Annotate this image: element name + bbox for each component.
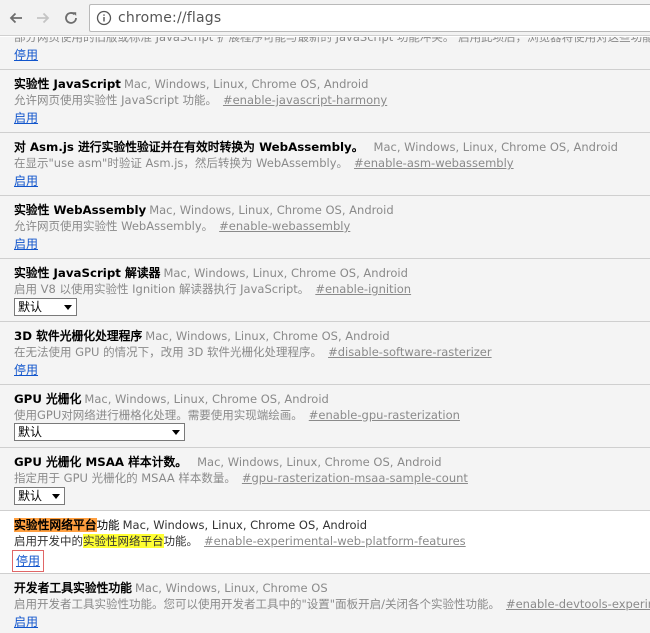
disable-link[interactable]: 停用 — [12, 550, 44, 572]
experiment-description: 在无法使用 GPU 的情况下，改用 3D 软件光栅化处理程序。 — [14, 345, 323, 359]
experiment-permalink[interactable]: #enable-gpu-rasterization — [309, 408, 460, 422]
info-icon[interactable] — [96, 10, 112, 26]
experiment-enable-asm-webassembly: 对 Asm.js 进行实验性验证并在有效时转换为 WebAssembly。 Mac… — [0, 132, 650, 195]
enable-link[interactable]: 启用 — [14, 174, 38, 189]
state-select[interactable]: 默认 — [14, 423, 185, 441]
experiment-enable-javascript-harmony: 实验性 JavaScript Mac, Windows, Linux, Chrom… — [0, 69, 650, 132]
experiment-name-rest: 功能 — [96, 518, 120, 532]
experiment-disable-software-rasterizer: 3D 软件光栅化处理程序 Mac, Windows, Linux, Chrome … — [0, 321, 650, 384]
experiment-description: 指定用于 GPU 光栅化的 MSAA 样本数量。 — [14, 471, 236, 485]
experiment-name: 实验性 JavaScript — [14, 77, 121, 91]
experiment-enable-ignition: 实验性 JavaScript 解读器 Mac, Windows, Linux, C… — [0, 258, 650, 321]
experiment-enable-devtools-experiments: 开发者工具实验性功能 Mac, Windows, Linux, Chrome OS… — [0, 573, 650, 633]
disable-link[interactable]: 停用 — [14, 363, 38, 378]
experiment-name-highlight: 实验性网络平台 — [14, 518, 97, 532]
reload-icon — [65, 12, 77, 24]
forward-button[interactable] — [32, 7, 54, 29]
experiment-permalink[interactable]: #gpu-rasterization-msaa-sample-count — [242, 471, 468, 485]
state-select[interactable]: 默认 — [14, 298, 77, 316]
reload-button[interactable] — [60, 7, 82, 29]
enable-link[interactable]: 启用 — [14, 237, 38, 252]
experiment-permalink[interactable]: #enable-asm-webassembly — [354, 156, 514, 170]
experiment-description: 在显示"use asm"时验证 Asm.js，然后转换为 WebAssembly… — [14, 156, 349, 170]
enable-link[interactable]: 启用 — [14, 615, 38, 630]
flags-page: 部分网页使用的旧版或标准 JavaScript 扩展程序可能与最新的 JavaS… — [0, 37, 650, 633]
browser-toolbar: chrome://flags — [0, 0, 650, 36]
description-highlight: 实验性网络平台 — [83, 534, 164, 548]
experiment-description: 部分网页使用的旧版或标准 JavaScript 扩展程序可能与最新的 JavaS… — [14, 37, 650, 44]
chevron-down-icon — [172, 430, 180, 435]
experiment-platforms: Mac, Windows, Linux, Chrome OS, Android — [149, 203, 394, 217]
experiment-permalink[interactable]: #enable-javascript-harmony — [223, 93, 387, 107]
disable-link[interactable]: 停用 — [14, 48, 38, 63]
experiment-permalink[interactable]: #enable-devtools-experiments — [506, 597, 650, 611]
experiment-platforms: Mac, Windows, Linux, Chrome OS, Android — [84, 392, 329, 406]
select-value: 默认 — [18, 489, 43, 503]
experiment-description: 使用GPU对网络进行栅格化处理。需要使用实现端绘画。 — [14, 408, 303, 422]
experiment-description: 允许网页使用实验性 JavaScript 功能。 — [14, 93, 217, 107]
experiment-name: GPU 光栅化 — [14, 392, 82, 406]
experiment-description: 启用 V8 以使用实验性 Ignition 解读器执行 JavaScript。 — [14, 282, 310, 296]
experiment-name: 实验性 JavaScript 解读器 — [14, 266, 161, 280]
experiment-gpu-rasterization-msaa-sample-count: GPU 光栅化 MSAA 样本计数。 Mac, Windows, Linux, C… — [0, 447, 650, 510]
experiment-platforms: Mac, Windows, Linux, Chrome OS — [134, 581, 328, 595]
experiment-platforms: Mac, Windows, Linux, Chrome OS, Android — [122, 518, 368, 532]
select-value: 默认 — [18, 300, 43, 314]
chevron-down-icon — [64, 305, 72, 310]
experiment-clipped: 部分网页使用的旧版或标准 JavaScript 扩展程序可能与最新的 JavaS… — [0, 37, 650, 69]
select-value: 默认 — [18, 425, 43, 439]
experiment-permalink[interactable]: #enable-experimental-web-platform-featur… — [204, 534, 466, 548]
experiment-enable-webassembly: 实验性 WebAssembly Mac, Windows, Linux, Chro… — [0, 195, 650, 258]
experiment-permalink[interactable]: #enable-ignition — [315, 282, 411, 296]
experiment-platforms: Mac, Windows, Linux, Chrome OS, Android — [163, 266, 408, 280]
experiment-platforms: Mac, Windows, Linux, Chrome OS, Android — [373, 140, 618, 154]
enable-link[interactable]: 启用 — [14, 111, 38, 126]
chevron-down-icon — [52, 494, 60, 499]
description-pre: 启用开发中的 — [14, 534, 83, 548]
back-arrow-icon — [9, 12, 22, 24]
experiment-name: 实验性 WebAssembly — [14, 203, 147, 217]
forward-arrow-icon — [37, 12, 50, 24]
experiment-name: 对 Asm.js 进行实验性验证并在有效时转换为 WebAssembly。 — [14, 140, 364, 154]
experiment-enable-experimental-web-platform-features: 实验性网络平台功能 Mac, Windows, Linux, Chrome OS,… — [0, 510, 650, 573]
back-button[interactable] — [5, 7, 27, 29]
experiment-platforms: Mac, Windows, Linux, Chrome OS, Android — [145, 329, 390, 343]
experiment-enable-gpu-rasterization: GPU 光栅化 Mac, Windows, Linux, Chrome OS, A… — [0, 384, 650, 447]
experiment-description: 启用开发者工具实验性功能。您可以使用开发者工具中的"设置"面板开启/关闭各个实验… — [14, 597, 500, 611]
url-text[interactable]: chrome://flags — [118, 10, 221, 27]
description-post: 功能。 — [163, 534, 199, 548]
experiment-name: 开发者工具实验性功能 — [14, 581, 132, 595]
experiment-platforms: Mac, Windows, Linux, Chrome OS, Android — [123, 77, 369, 91]
experiment-permalink[interactable]: #enable-webassembly — [219, 219, 350, 233]
experiment-description: 允许网页使用实验性 WebAssembly。 — [14, 219, 214, 233]
experiment-permalink[interactable]: #disable-software-rasterizer — [328, 345, 492, 359]
state-select[interactable]: 默认 — [14, 487, 65, 505]
experiment-name: 3D 软件光栅化处理程序 — [14, 329, 143, 343]
experiment-platforms: Mac, Windows, Linux, Chrome OS, Android — [197, 455, 442, 469]
address-bar[interactable]: chrome://flags — [89, 4, 650, 32]
experiment-name: GPU 光栅化 MSAA 样本计数。 — [14, 455, 188, 469]
